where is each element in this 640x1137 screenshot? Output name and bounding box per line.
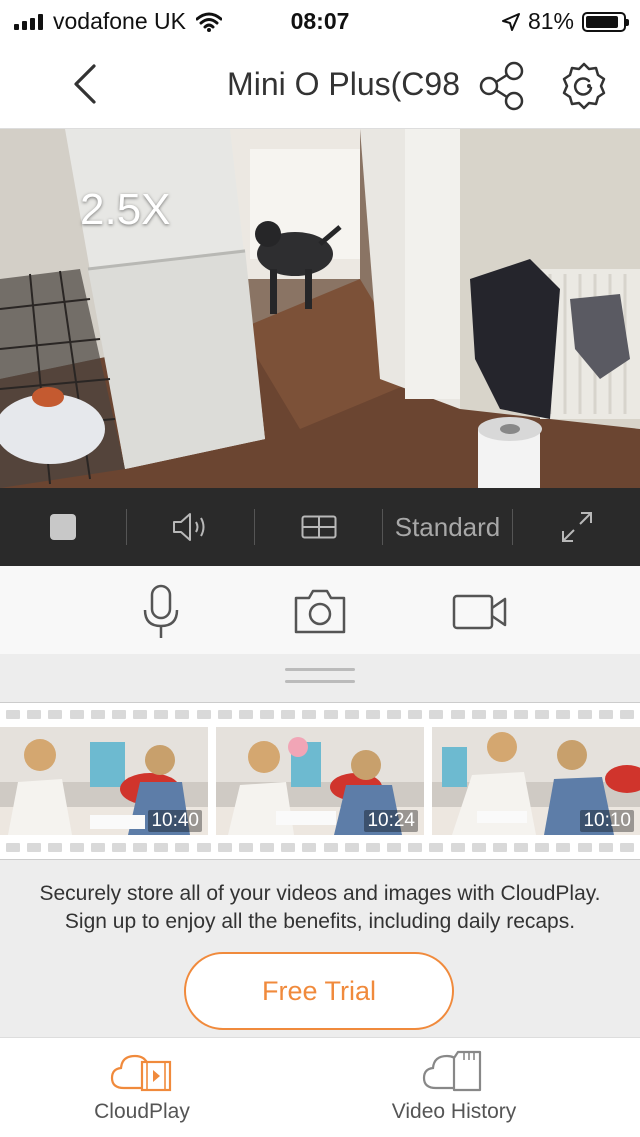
stop-button[interactable] xyxy=(0,488,126,566)
clip-timestamp: 10:24 xyxy=(364,810,418,832)
free-trial-button[interactable]: Free Trial xyxy=(184,952,454,1030)
status-bar: vodafone UK 08:07 81% xyxy=(0,0,640,44)
clip-timestamp: 10:10 xyxy=(580,810,634,832)
multiview-button[interactable] xyxy=(255,488,382,566)
player-control-bar: Standard xyxy=(0,488,640,566)
clip-thumbnail[interactable]: 10:10 xyxy=(432,727,640,835)
handle-line xyxy=(285,680,355,683)
action-row xyxy=(0,566,640,654)
camera-scene-image xyxy=(0,129,640,488)
back-chevron-icon[interactable] xyxy=(64,62,108,106)
expand-icon xyxy=(561,512,592,542)
status-right: 81% xyxy=(501,8,629,35)
battery-icon xyxy=(582,11,629,32)
camera-snapshot-icon[interactable] xyxy=(290,584,350,640)
nav-bar: Mini O Plus(C98 xyxy=(0,44,640,129)
zoom-level-label: 2.5X xyxy=(80,185,171,234)
fullscreen-button[interactable] xyxy=(513,488,640,566)
share-icon[interactable] xyxy=(476,60,528,112)
quality-label: Standard xyxy=(394,511,501,542)
sample-clips-filmstrip: 10:40 10:24 10:10 xyxy=(0,702,640,860)
tab-cloudplay[interactable]: CloudPlay xyxy=(0,1038,302,1137)
film-perforations xyxy=(6,843,634,852)
microphone-icon[interactable] xyxy=(131,584,191,640)
handle-line xyxy=(285,668,355,671)
quality-selector[interactable]: Standard xyxy=(383,488,512,566)
film-perforations xyxy=(6,710,634,719)
video-record-icon[interactable] xyxy=(450,584,510,640)
tab-label: Video History xyxy=(391,1100,517,1123)
clip-thumbnail[interactable]: 10:24 xyxy=(216,727,424,835)
location-arrow-icon xyxy=(501,12,520,31)
cloudplay-promo-text: Securely store all of your videos and im… xyxy=(0,880,640,936)
audio-toggle-button[interactable] xyxy=(127,488,254,566)
cloud-film-icon xyxy=(110,1054,172,1092)
camera-feed[interactable]: 2.5X xyxy=(0,129,640,488)
settings-gear-icon[interactable] xyxy=(558,60,610,112)
clip-thumbnail[interactable]: 10:40 xyxy=(0,727,208,835)
promo-line: Securely store all of your videos and im… xyxy=(39,882,601,905)
tab-video-history[interactable]: Video History xyxy=(294,1038,614,1137)
speaker-icon xyxy=(172,513,204,541)
page-title: Mini O Plus(C98 xyxy=(227,66,460,102)
grid-layout-icon xyxy=(301,515,336,539)
clip-timestamp: 10:40 xyxy=(148,810,202,832)
cloud-sdcard-icon xyxy=(422,1050,482,1092)
promo-line: Sign up to enjoy all the benefits, inclu… xyxy=(64,910,576,933)
drawer-handle[interactable] xyxy=(0,654,640,702)
tab-bar: CloudPlay Video History xyxy=(0,1037,640,1137)
stop-icon xyxy=(50,514,76,540)
battery-percent: 81% xyxy=(527,8,574,34)
tab-label: CloudPlay xyxy=(94,1100,190,1123)
